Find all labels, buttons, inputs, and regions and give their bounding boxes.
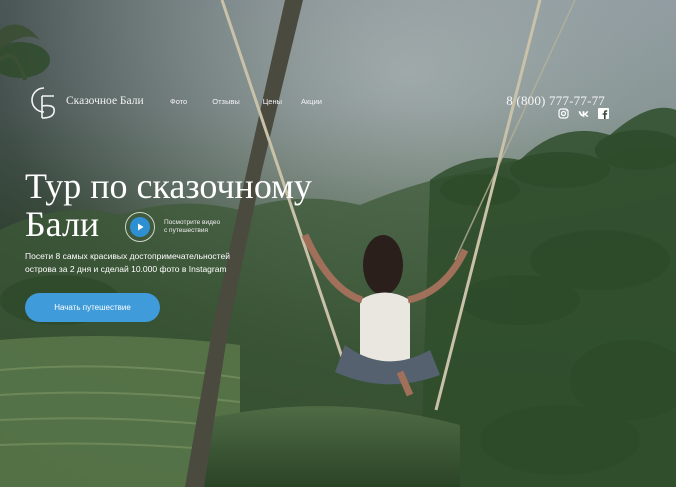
hero-subtitle-line1: Посети 8 самых красивых достопримечатель… — [25, 251, 230, 261]
video-caption: Посмотрите видео с путешествия — [164, 219, 234, 236]
watch-video[interactable]: Посмотрите видео с путешествия — [125, 212, 234, 242]
social-links — [558, 108, 609, 119]
hero-section: Сказочное Бали Фото Отзывы Цены Акции 8 … — [0, 0, 676, 487]
vk-icon[interactable] — [578, 108, 589, 119]
main-nav: Фото Отзывы Цены Акции — [170, 97, 322, 106]
start-journey-button[interactable]: Начать путешествие — [25, 293, 160, 322]
phone-number[interactable]: 8 (800) 777-77-77 — [506, 93, 605, 109]
instagram-icon[interactable] — [558, 108, 569, 119]
play-icon — [130, 217, 150, 237]
nav-item-reviews[interactable]: Отзывы — [212, 97, 239, 106]
video-caption-line2: с путешествия — [164, 227, 209, 234]
video-caption-line1: Посмотрите видео — [164, 218, 221, 226]
nav-item-prices[interactable]: Цены — [263, 97, 282, 106]
hero-subtitle-line2: острова за 2 дня и сделай 10.000 фото в … — [25, 264, 227, 274]
hero-subtitle: Посети 8 самых красивых достопримечатель… — [25, 250, 265, 276]
play-button[interactable] — [125, 212, 155, 242]
nav-item-promotions[interactable]: Акции — [301, 97, 322, 106]
nav-item-photo[interactable]: Фото — [170, 97, 187, 106]
sb-monogram-icon — [31, 87, 56, 119]
logo[interactable]: Сказочное Бали — [24, 84, 144, 122]
hero-title-line1: Тур по сказочному — [25, 166, 312, 206]
hero-title-line2: Бали — [25, 204, 100, 244]
logo-text: Сказочное Бали — [66, 95, 144, 107]
facebook-icon[interactable] — [598, 108, 609, 119]
